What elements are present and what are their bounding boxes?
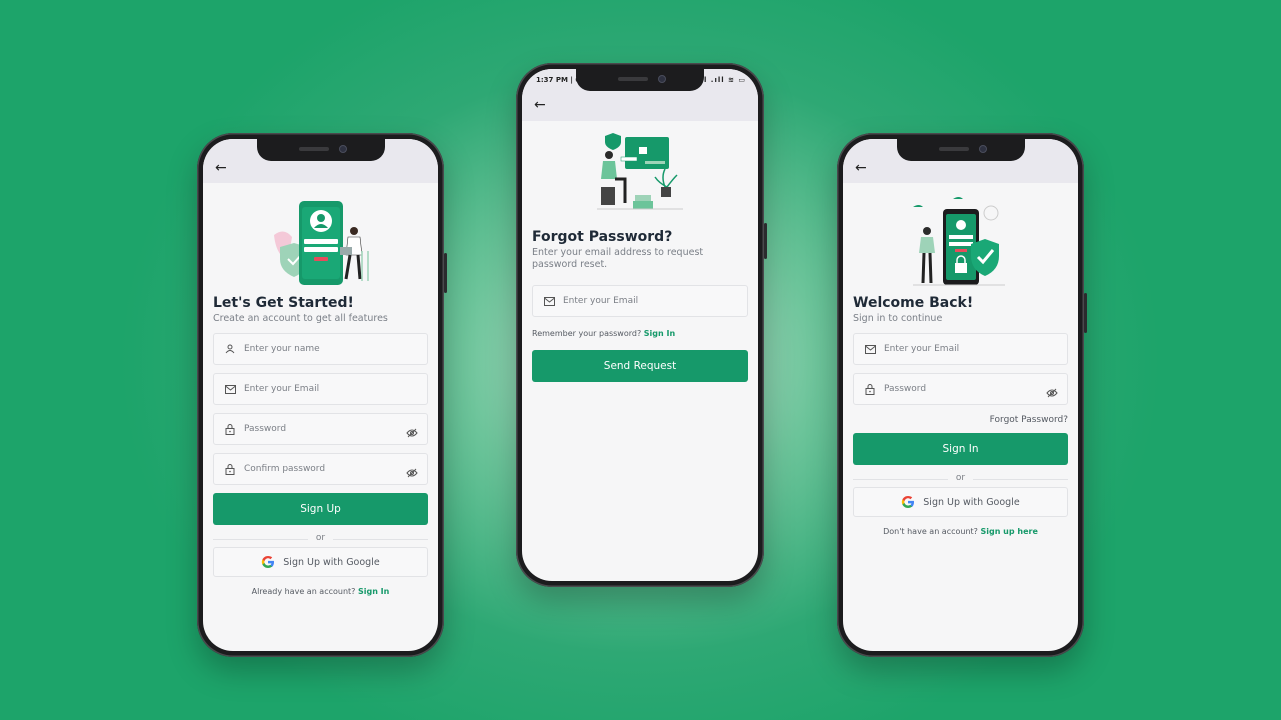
signin-screen: ← Welcome Back! Sign in to continue Ente… <box>843 139 1078 651</box>
google-icon <box>902 496 915 508</box>
phone-notch <box>576 69 704 91</box>
phone-notch <box>896 139 1025 161</box>
signup-prompt: Don't have an account? Sign up here <box>853 527 1068 536</box>
password-input[interactable] <box>884 374 1057 404</box>
signin-prompt: Already have an account? Sign In <box>213 587 428 596</box>
mail-icon <box>864 343 876 355</box>
sign-in-link[interactable]: Sign In <box>644 329 675 338</box>
lock-icon <box>224 463 236 475</box>
signin-phone: ← Welcome Back! Sign in to continue Ente… <box>837 133 1087 657</box>
signin-prompt-text: Already have an account? <box>251 587 356 596</box>
google-signup-button[interactable]: Sign Up with Google <box>213 547 428 577</box>
or-divider: or <box>853 473 1068 485</box>
signup-prompt-text: Don't have an account? <box>883 527 978 536</box>
email-input[interactable] <box>563 286 737 316</box>
sign-up-button[interactable]: Sign Up <box>213 493 428 525</box>
name-field[interactable] <box>213 333 428 365</box>
or-divider: or <box>213 533 428 545</box>
sign-in-button[interactable]: Sign In <box>853 433 1068 465</box>
forgot-illustration <box>595 131 685 213</box>
page-subtitle: Create an account to get all features <box>213 313 388 324</box>
back-arrow-icon[interactable]: ← <box>215 161 227 175</box>
send-request-button[interactable]: Send Request <box>532 350 748 382</box>
signin-illustration <box>912 195 1009 289</box>
page-title: Welcome Back! <box>853 295 974 311</box>
confirm-password-field[interactable] <box>213 453 428 485</box>
forgot-screen: 1:37 PM | 0.0KB/s .ıll .ıll ≋ ▭ ← Forgot… <box>522 69 758 581</box>
eye-off-icon[interactable] <box>406 424 418 438</box>
forgot-password-link[interactable]: Forgot Password? <box>853 415 1068 425</box>
page-subtitle: Sign in to continue <box>853 313 943 324</box>
lock-icon <box>224 423 236 435</box>
eye-off-icon[interactable] <box>1046 384 1058 398</box>
eye-off-icon[interactable] <box>406 464 418 478</box>
sign-in-link[interactable]: Sign In <box>358 587 389 596</box>
google-icon <box>262 556 275 568</box>
confirm-password-input[interactable] <box>244 454 417 484</box>
remember-prompt: Remember your password? Sign In <box>532 329 748 338</box>
phone-notch <box>256 139 385 161</box>
google-signup-button[interactable]: Sign Up with Google <box>853 487 1068 517</box>
password-field[interactable] <box>213 413 428 445</box>
phone-side-button <box>764 223 767 259</box>
email-field[interactable] <box>853 333 1068 365</box>
google-signup-label: Sign Up with Google <box>283 556 380 568</box>
phone-side-button <box>1084 293 1087 333</box>
back-arrow-icon[interactable]: ← <box>534 98 546 112</box>
signup-phone: ← Let's Get Started! Create an account t… <box>197 133 447 657</box>
mail-icon <box>224 383 236 395</box>
password-input[interactable] <box>244 414 417 444</box>
email-field[interactable] <box>213 373 428 405</box>
email-input[interactable] <box>244 374 417 404</box>
page-title: Let's Get Started! <box>213 295 354 311</box>
signup-illustration <box>266 195 376 287</box>
google-signup-label: Sign Up with Google <box>923 496 1020 508</box>
forgot-phone: 1:37 PM | 0.0KB/s .ıll .ıll ≋ ▭ ← Forgot… <box>516 63 767 587</box>
page-subtitle: Enter your email address to request pass… <box>532 247 704 270</box>
lock-icon <box>864 383 876 395</box>
back-arrow-icon[interactable]: ← <box>855 161 867 175</box>
phone-side-button <box>444 253 447 293</box>
sign-up-link[interactable]: Sign up here <box>980 527 1037 536</box>
name-input[interactable] <box>244 334 417 364</box>
mail-icon <box>543 295 555 307</box>
signup-screen: ← Let's Get Started! Create an account t… <box>203 139 438 651</box>
password-field[interactable] <box>853 373 1068 405</box>
user-icon <box>224 343 236 355</box>
page-title: Forgot Password? <box>532 229 673 245</box>
email-input[interactable] <box>884 334 1057 364</box>
email-field[interactable] <box>532 285 748 317</box>
remember-text: Remember your password? <box>532 329 642 338</box>
